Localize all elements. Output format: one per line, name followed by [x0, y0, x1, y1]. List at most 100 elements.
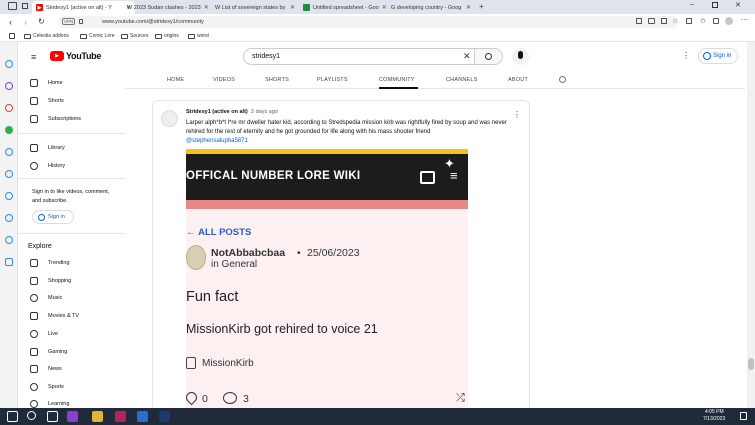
post-author[interactable]: Stridesy1 (active on alt) — [186, 109, 248, 115]
nav-sports[interactable]: Sports — [30, 383, 64, 391]
bookmark-comic-lore[interactable]: Comic Lore — [80, 33, 115, 39]
nav-shorts[interactable]: Shorts — [30, 97, 64, 105]
collections-icon[interactable] — [713, 18, 719, 24]
tab-playlists[interactable]: PLAYLISTS — [317, 77, 348, 83]
refresh-icon[interactable]: ↻ — [38, 17, 45, 26]
bookmark-sources[interactable]: Sources — [121, 33, 148, 39]
back-icon[interactable]: ‹ — [9, 17, 12, 27]
tab-label: W List of sovereign states by — [215, 4, 286, 11]
post-mention-link[interactable]: @stephensalupha5871 — [186, 138, 248, 144]
notification-icon[interactable] — [740, 412, 747, 420]
settings-dots-icon[interactable]: ⋮ — [682, 51, 690, 60]
tools-icon[interactable] — [5, 104, 13, 112]
bookmark-celestia[interactable]: Celestia addons — [24, 33, 69, 39]
bookmark-worst[interactable]: worst — [188, 33, 209, 39]
more-icon[interactable]: ⋯ — [741, 16, 748, 24]
whatsapp-icon[interactable] — [5, 126, 13, 134]
post-image[interactable]: OFFICAL NUMBER LORE WIKI ✦ ≡ ← ALL POSTS… — [186, 149, 468, 419]
tab-sovereign[interactable]: W List of sovereign states by ✕ — [211, 1, 299, 14]
nav-gaming[interactable]: Gaming — [30, 348, 67, 356]
profile-avatar[interactable] — [725, 17, 733, 25]
nav-shopping[interactable]: Shopping — [30, 277, 71, 285]
telegram-icon[interactable] — [5, 236, 13, 244]
search-input[interactable]: stridesy1 — [252, 53, 280, 60]
nav-subscriptions[interactable]: Subscriptions — [30, 115, 81, 123]
steam-icon[interactable] — [159, 411, 170, 422]
tab-actions-icon[interactable] — [22, 3, 28, 9]
bookmark-page-icon[interactable] — [9, 33, 15, 39]
close-icon[interactable]: ✕ — [204, 4, 209, 11]
tab-home[interactable]: HOME — [167, 77, 184, 83]
scroll-thumb[interactable] — [748, 358, 754, 370]
address-url[interactable]: www.youtube.com/@stridesy1/community — [102, 19, 204, 25]
new-tab-icon[interactable]: + — [479, 2, 484, 11]
menu-icon[interactable]: ≡ — [31, 52, 36, 62]
clear-search-icon[interactable]: ✕ — [463, 51, 471, 62]
window-close-icon[interactable]: ✕ — [735, 1, 741, 9]
tab-videos[interactable]: VIDEOS — [213, 77, 235, 83]
apps-icon[interactable] — [661, 18, 667, 24]
forward-icon[interactable]: › — [24, 17, 27, 27]
maximize-icon[interactable] — [712, 2, 718, 8]
tab-channels[interactable]: CHANNELS — [446, 77, 478, 83]
file-explorer-icon[interactable] — [92, 411, 103, 422]
edge-icon[interactable] — [137, 411, 148, 422]
screenshot-icon[interactable] — [648, 18, 655, 24]
tab-google[interactable]: G developing country - Goog ✕ — [387, 1, 475, 14]
drop-icon[interactable] — [5, 214, 13, 222]
read-aloud-icon[interactable] — [636, 18, 642, 24]
games-icon[interactable] — [5, 148, 13, 156]
task-view-icon[interactable] — [47, 411, 58, 422]
clock-time[interactable]: 4:05 PM — [705, 409, 724, 415]
bookmark-origins[interactable]: origins — [155, 33, 179, 39]
header-sign-in-button[interactable]: Sign in — [698, 48, 738, 64]
close-icon[interactable]: ✕ — [290, 4, 295, 11]
tab-shorts[interactable]: SHORTS — [265, 77, 289, 83]
post-time[interactable]: 2 days ago — [251, 109, 278, 115]
close-icon[interactable]: ✕ — [466, 4, 471, 11]
nav-history[interactable]: History — [30, 162, 65, 170]
nav-music[interactable]: Music — [30, 294, 62, 302]
tab-youtube[interactable]: ▶ Stridesy1 (active on alt) - Y ✕ — [32, 1, 135, 14]
tab-spreadsheet[interactable]: Untitled spreadsheet - Goo ✕ — [299, 1, 387, 14]
nav-library[interactable]: Library — [30, 144, 65, 152]
address-bar[interactable]: VPN www.youtube.com/@stridesy1/community — [58, 16, 678, 28]
clock-date[interactable]: 7/13/2023 — [703, 416, 725, 422]
search-icon[interactable] — [27, 411, 36, 420]
workspaces-icon[interactable] — [8, 2, 17, 10]
voice-search-button[interactable] — [512, 48, 529, 65]
outlook-icon[interactable] — [5, 192, 13, 200]
tab-sudan[interactable]: W 2023 Sudan clashes - 2023 ✕ — [123, 1, 211, 14]
shopping-icon[interactable] — [5, 82, 13, 90]
favorites-icon[interactable]: ✩ — [700, 17, 706, 25]
office-icon[interactable] — [5, 170, 13, 178]
settings-icon[interactable] — [5, 258, 13, 266]
search-icon[interactable] — [5, 60, 13, 68]
nav-news[interactable]: News — [30, 365, 62, 373]
lock-icon[interactable] — [79, 19, 83, 24]
close-icon[interactable]: ✕ — [382, 4, 387, 11]
edge-taskbar-icon[interactable] — [67, 411, 78, 422]
vpn-badge[interactable]: VPN — [62, 18, 76, 25]
app-icon[interactable] — [115, 411, 126, 422]
split-screen-icon[interactable] — [686, 18, 692, 24]
author-avatar[interactable] — [161, 110, 178, 127]
nav-trending[interactable]: Trending — [30, 259, 70, 267]
minimize-icon[interactable]: – — [690, 1, 694, 8]
channel-search-icon[interactable] — [559, 76, 566, 83]
search-box[interactable]: stridesy1 ✕ — [243, 48, 475, 65]
tab-community[interactable]: COMMUNITY — [379, 77, 415, 83]
start-icon[interactable] — [7, 411, 18, 422]
nav-home[interactable]: Home — [30, 79, 63, 87]
favorite-icon[interactable]: ☆ — [672, 17, 678, 25]
shopping-bag-icon — [30, 277, 38, 285]
youtube-logo[interactable]: ▶ YouTube — [50, 51, 101, 61]
post-menu-icon[interactable]: ⋮ — [513, 110, 521, 119]
nav-learning[interactable]: Learning — [30, 400, 69, 408]
nav-live[interactable]: Live — [30, 330, 58, 338]
guide-sign-in-button[interactable]: Sign in — [32, 210, 74, 224]
tab-about[interactable]: ABOUT — [508, 77, 528, 83]
nav-movies[interactable]: Movies & TV — [30, 312, 79, 320]
search-button[interactable] — [475, 48, 503, 65]
page-scrollbar[interactable] — [747, 42, 755, 408]
